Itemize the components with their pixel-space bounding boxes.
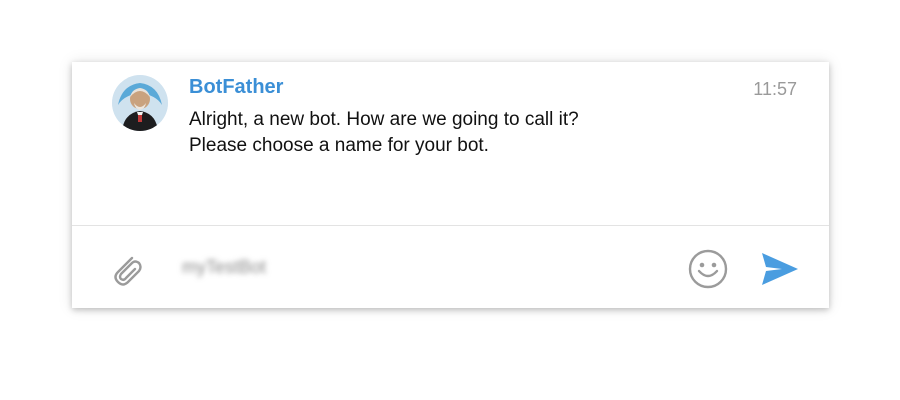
message-composer [72,226,829,308]
send-button[interactable] [756,248,802,290]
paperclip-icon[interactable] [106,249,146,289]
message-text: Alright, a new bot. How are we going to … [189,107,749,159]
chat-window: BotFather 11:57 Alright, a new bot. How … [72,62,829,308]
send-arrow-icon [762,253,798,285]
message-input[interactable] [182,250,662,284]
message-line-2: Please choose a name for your bot. [189,135,489,156]
message-line-1: Alright, a new bot. How are we going to … [189,109,579,130]
sender-name[interactable]: BotFather [189,75,283,99]
botfather-avatar[interactable] [112,75,168,131]
message-timestamp: 11:57 [753,79,797,99]
message-item: BotFather 11:57 Alright, a new bot. How … [72,62,829,225]
smiley-icon[interactable] [687,248,729,290]
